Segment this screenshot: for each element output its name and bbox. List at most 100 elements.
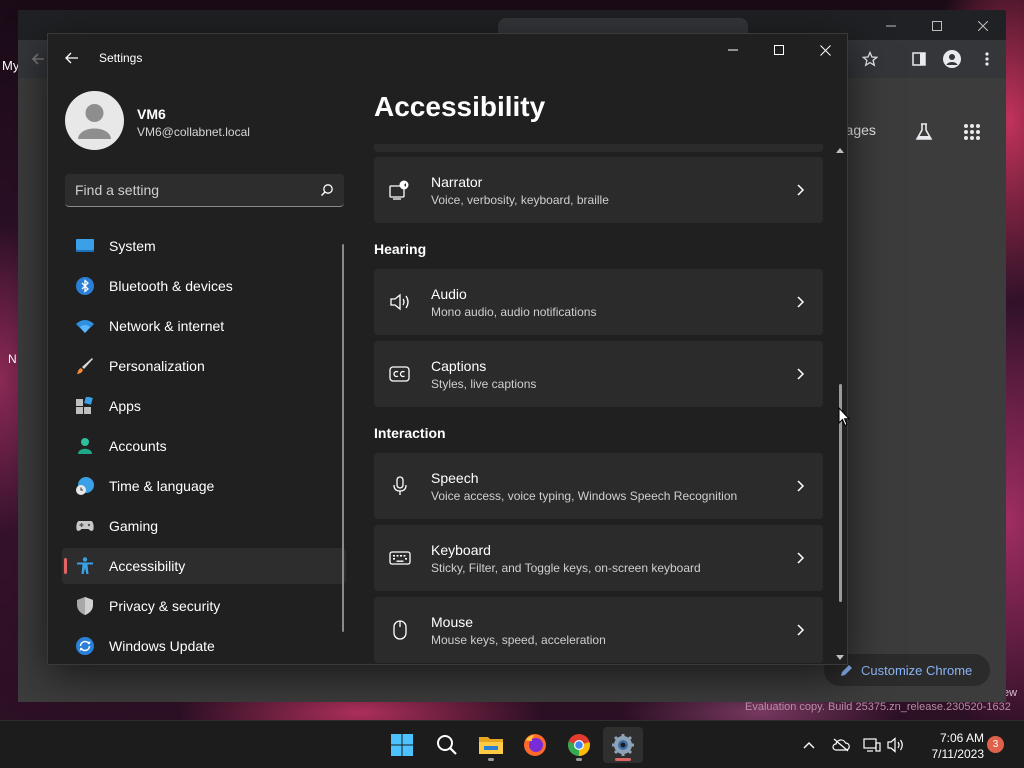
card-title: Narrator — [431, 174, 483, 190]
card-audio[interactable]: Audio Mono audio, audio notifications — [374, 269, 823, 335]
close-button[interactable] — [802, 34, 847, 66]
bookmark-star-button[interactable] — [856, 45, 884, 73]
card-mouse[interactable]: Mouse Mouse keys, speed, acceleration — [374, 597, 823, 663]
sidebar-item-apps[interactable]: Apps — [62, 388, 346, 424]
network-tray-button[interactable] — [862, 735, 882, 755]
close-icon — [819, 44, 831, 56]
sidebar-item-accounts[interactable]: Accounts — [62, 428, 346, 464]
card-partial[interactable] — [374, 144, 823, 152]
sidebar-item-gaming[interactable]: Gaming — [62, 508, 346, 544]
card-title: Keyboard — [431, 542, 491, 558]
chrome-icon — [568, 734, 590, 756]
apps-icon — [76, 397, 93, 414]
sidebar-item-label: Apps — [109, 398, 141, 414]
captions-icon — [389, 366, 410, 382]
sidebar-item-network[interactable]: Network & internet — [62, 308, 346, 344]
file-explorer-button[interactable] — [471, 727, 511, 763]
profile-button[interactable] — [938, 45, 966, 73]
sidebar-item-label: Bluetooth & devices — [109, 278, 233, 294]
settings-window[interactable]: Settings VM6 VM6@collabnet.local System — [47, 33, 848, 665]
scroll-up-icon[interactable] — [836, 146, 844, 154]
show-hidden-icons-button[interactable] — [799, 735, 819, 755]
gamepad-icon — [76, 521, 94, 531]
side-panel-button[interactable] — [905, 45, 933, 73]
search-input[interactable] — [75, 174, 305, 206]
globe-clock-icon — [76, 477, 94, 495]
sidebar-item-label: Accessibility — [109, 558, 186, 574]
sidebar-item-privacy-security[interactable]: Privacy & security — [62, 588, 346, 624]
search-box[interactable] — [65, 174, 344, 207]
chevron-right-icon — [797, 480, 805, 492]
card-subtitle: Voice, verbosity, keyboard, braille — [431, 193, 609, 207]
google-apps-button[interactable] — [958, 118, 986, 146]
chrome-close-button[interactable] — [960, 14, 1006, 38]
paintbrush-icon — [77, 358, 93, 374]
sidebar-item-label: Windows Update — [109, 638, 215, 654]
card-narrator[interactable]: Narrator Voice, verbosity, keyboard, bra… — [374, 157, 823, 223]
card-subtitle: Voice access, voice typing, Windows Spee… — [431, 489, 738, 503]
clock[interactable]: 7:06 AM 7/11/2023 — [912, 730, 985, 762]
mouse-icon — [393, 620, 407, 640]
search-icon[interactable] — [320, 183, 334, 197]
microphone-icon — [393, 476, 407, 495]
mouse-cursor-icon — [838, 407, 850, 427]
cloud-offline-icon — [832, 738, 850, 752]
minimize-icon — [728, 49, 738, 51]
chrome-maximize-button[interactable] — [914, 14, 960, 38]
start-button[interactable] — [382, 727, 422, 763]
chrome-menu-button[interactable] — [973, 45, 1001, 73]
minimize-icon — [886, 25, 896, 27]
clock-date: 7/11/2023 — [931, 747, 985, 761]
chrome-minimize-button[interactable] — [868, 14, 914, 38]
card-speech[interactable]: Speech Voice access, voice typing, Windo… — [374, 453, 823, 519]
sidebar-item-bluetooth[interactable]: Bluetooth & devices — [62, 268, 346, 304]
sidebar-item-label: Accounts — [109, 438, 167, 454]
minimize-button[interactable] — [710, 34, 756, 66]
section-heading-hearing: Hearing — [374, 241, 427, 257]
chrome-taskbar-button[interactable] — [559, 727, 599, 763]
sidebar-item-accessibility[interactable]: Accessibility — [62, 548, 346, 584]
settings-taskbar-button[interactable] — [603, 727, 643, 763]
card-keyboard[interactable]: Keyboard Sticky, Filter, and Toggle keys… — [374, 525, 823, 591]
sidebar-item-windows-update[interactable]: Windows Update — [62, 628, 346, 664]
sidebar-scrollbar[interactable] — [342, 244, 344, 632]
settings-titlebar[interactable]: Settings — [48, 34, 847, 82]
content-scrollbar[interactable] — [836, 146, 844, 662]
sidebar-item-label: Time & language — [109, 478, 215, 494]
card-captions[interactable]: Captions Styles, live captions — [374, 341, 823, 407]
close-icon — [978, 21, 988, 31]
cloud-tray-button[interactable] — [831, 735, 851, 755]
card-title: Audio — [431, 286, 467, 302]
avatar[interactable] — [65, 91, 124, 150]
app-title: Settings — [99, 51, 143, 65]
sidebar-item-time-language[interactable]: Time & language — [62, 468, 346, 504]
person-icon — [78, 438, 92, 454]
scroll-down-icon[interactable] — [836, 654, 844, 662]
volume-tray-button[interactable] — [886, 735, 906, 755]
accessibility-icon — [77, 557, 93, 574]
card-title: Speech — [431, 470, 479, 486]
user-silhouette-icon — [78, 104, 111, 139]
sidebar-item-system[interactable]: System — [62, 228, 346, 264]
back-arrow-icon — [65, 52, 78, 64]
taskbar-search-button[interactable] — [427, 727, 467, 763]
customize-chrome-label: Customize Chrome — [861, 662, 973, 678]
clock-time: 7:06 AM — [939, 731, 984, 745]
sidebar-item-personalization[interactable]: Personalization — [62, 348, 346, 384]
card-title: Captions — [431, 358, 487, 374]
chevron-right-icon — [797, 296, 805, 308]
customize-chrome-button[interactable]: Customize Chrome — [824, 654, 990, 686]
labs-button[interactable] — [910, 118, 938, 146]
back-button[interactable] — [60, 46, 84, 70]
firefox-button[interactable] — [515, 727, 555, 763]
running-indicator — [576, 758, 582, 761]
sidebar-item-label: Personalization — [109, 358, 205, 374]
settings-icon — [612, 734, 634, 756]
chevron-right-icon — [797, 624, 805, 636]
firefox-icon — [524, 734, 546, 756]
volume-icon — [887, 737, 903, 753]
notification-badge[interactable]: 3 — [987, 736, 1004, 753]
apps-grid-icon — [964, 124, 980, 140]
maximize-icon — [774, 45, 784, 55]
maximize-button[interactable] — [756, 34, 802, 66]
